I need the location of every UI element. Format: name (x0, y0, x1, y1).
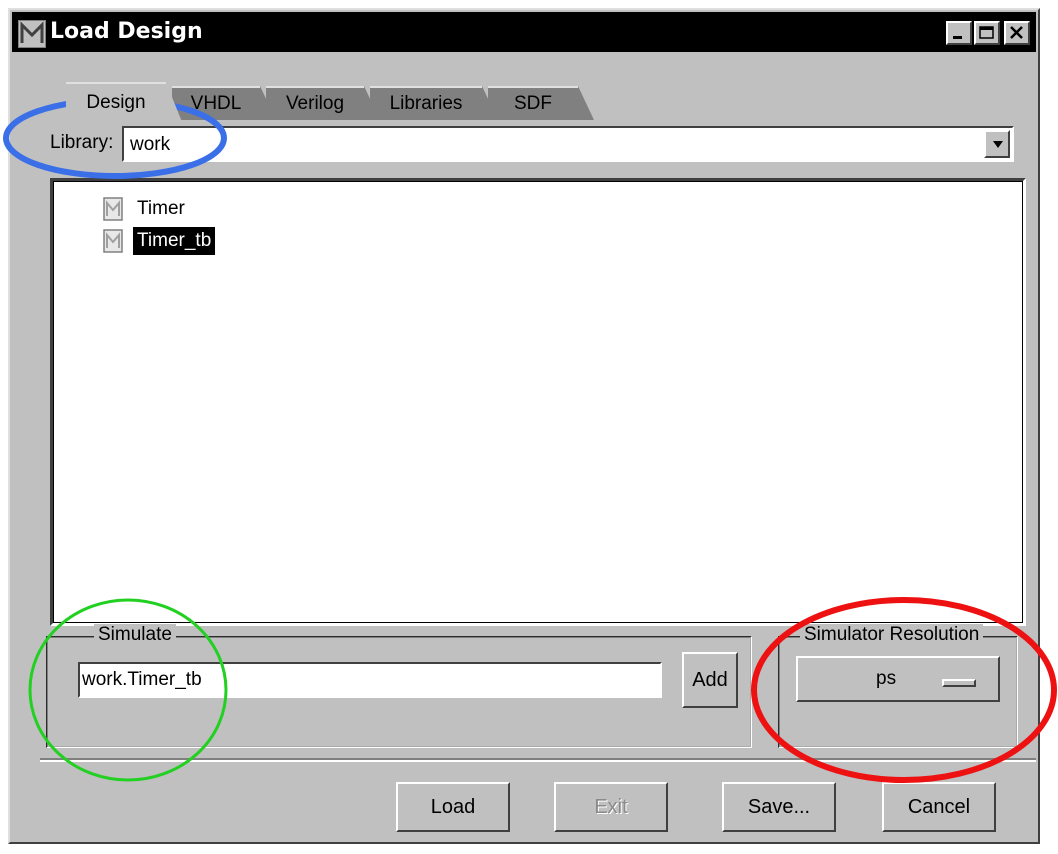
close-button[interactable] (1004, 21, 1030, 45)
save-button-label: Save... (747, 796, 811, 818)
library-value: work (130, 134, 171, 155)
tab-sdf[interactable]: SDF (488, 86, 594, 120)
tab-vhdl-label: VHDL (190, 93, 242, 114)
tab-vhdl[interactable]: VHDL (172, 86, 276, 120)
tab-libraries-label: Libraries (389, 93, 463, 114)
minimize-button[interactable] (946, 21, 972, 45)
library-combobox[interactable]: work (122, 126, 1014, 162)
title-bar[interactable]: Load Design (12, 12, 1036, 52)
simulator-resolution-group: Simulator Resolution ps (778, 624, 1018, 748)
exit-button[interactable]: Exit (554, 782, 668, 832)
resolution-value: ps (876, 668, 897, 689)
tab-design-label: Design (86, 92, 146, 113)
module-icon (103, 229, 123, 253)
exit-button-label: Exit (594, 796, 628, 818)
tab-libraries[interactable]: Libraries (370, 86, 498, 120)
maximize-button[interactable] (974, 21, 1000, 45)
tab-verilog[interactable]: Verilog (266, 86, 380, 120)
maximize-icon (979, 26, 994, 39)
simulate-group: Simulate work.Timer_tb Add (46, 624, 752, 748)
option-menu-indicator-icon (942, 679, 976, 687)
close-icon (1010, 26, 1023, 39)
tab-design[interactable]: Design (66, 82, 182, 122)
resolution-option-menu[interactable]: ps (796, 656, 1000, 702)
resolution-group-title: Simulator Resolution (800, 624, 984, 646)
library-label: Library: (50, 132, 114, 153)
save-button[interactable]: Save... (722, 782, 836, 832)
tab-sdf-label: SDF (514, 93, 552, 114)
window-title: Load Design (50, 19, 203, 44)
cancel-button[interactable]: Cancel (882, 782, 996, 832)
modelsim-logo-icon (18, 20, 46, 48)
list-item-label: Timer_tb (133, 227, 216, 255)
load-design-dialog: Load Design Design VHDL Verilog Librarie… (8, 8, 1040, 844)
library-dropdown-button[interactable] (984, 130, 1010, 158)
button-separator (40, 758, 1036, 762)
load-button[interactable]: Load (396, 782, 510, 832)
module-icon (103, 197, 123, 221)
add-button-label: Add (692, 669, 728, 691)
simulate-input[interactable]: work.Timer_tb (78, 662, 662, 698)
design-unit-list[interactable]: Timer Timer_tb (50, 178, 1026, 626)
tab-verilog-label: Verilog (285, 93, 345, 114)
add-button[interactable]: Add (682, 652, 738, 708)
cancel-button-label: Cancel (907, 796, 971, 818)
list-item-label: Timer (137, 198, 185, 219)
triangle-down-icon (993, 141, 1003, 148)
minimize-icon (953, 36, 962, 39)
load-button-label: Load (430, 796, 476, 818)
simulate-group-title: Simulate (94, 624, 176, 646)
